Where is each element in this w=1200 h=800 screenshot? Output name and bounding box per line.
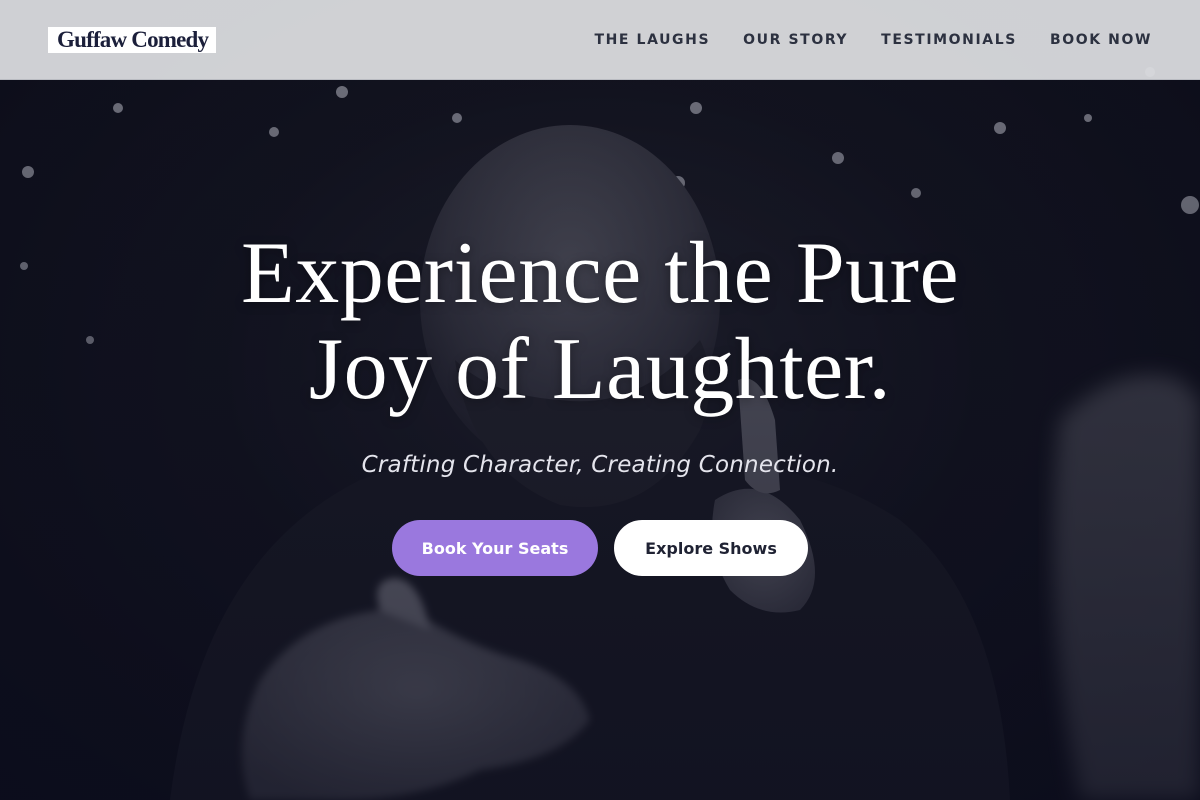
hero-tagline: Crafting Character, Creating Connection. [361, 452, 839, 478]
hero-title-line-1: Experience the Pure [240, 225, 960, 322]
cta-row: Book Your Seats Explore Shows [0, 520, 1200, 576]
hero-title: Experience the Pure Joy of Laughter. [0, 226, 1200, 418]
hero-content: Experience the Pure Joy of Laughter. Cra… [0, 226, 1200, 576]
brand-logo[interactable]: Guffaw Comedy [48, 26, 217, 53]
nav-links: THE LAUGHS OUR STORY TESTIMONIALS BOOK N… [561, 32, 1152, 48]
book-your-seats-button[interactable]: Book Your Seats [392, 520, 598, 576]
nav-link-testimonials[interactable]: TESTIMONIALS [881, 32, 1017, 48]
nav-link-the-laughs[interactable]: THE LAUGHS [594, 32, 710, 48]
top-navigation: Guffaw Comedy THE LAUGHS OUR STORY TESTI… [0, 0, 1200, 80]
nav-link-our-story[interactable]: OUR STORY [743, 32, 848, 48]
nav-link-book-now[interactable]: BOOK NOW [1050, 32, 1152, 48]
hero-title-line-2: Joy of Laughter. [308, 321, 892, 418]
explore-shows-button[interactable]: Explore Shows [614, 520, 808, 576]
